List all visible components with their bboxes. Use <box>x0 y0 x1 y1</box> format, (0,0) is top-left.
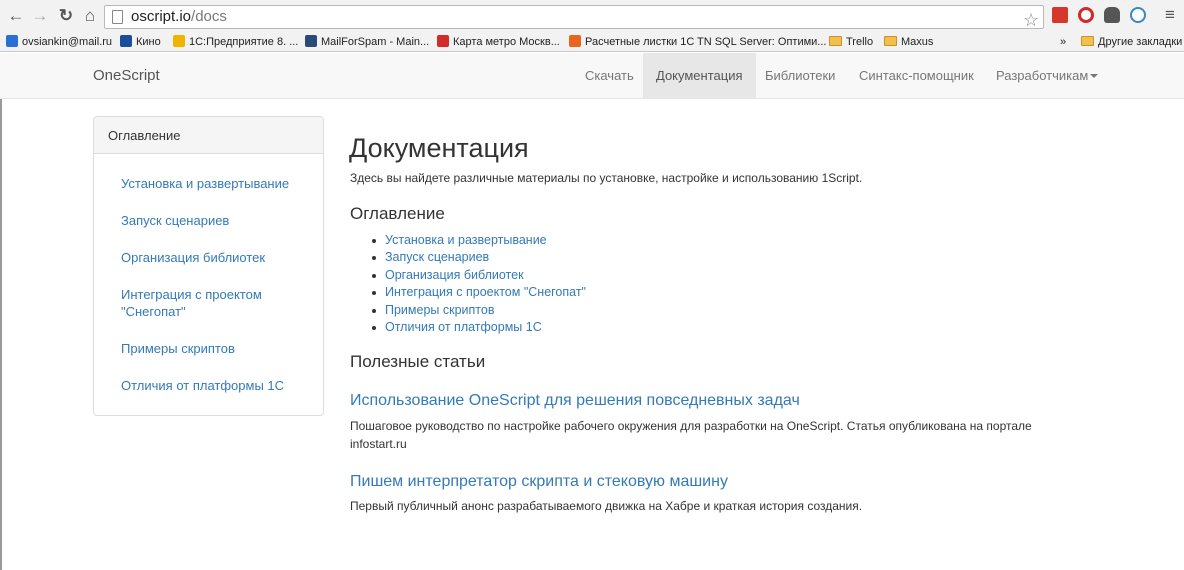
payslip-icon <box>569 35 581 47</box>
toc-list: Установка и развертывание Запуск сценари… <box>370 232 586 336</box>
toc-link[interactable]: Отличия от платформы 1С <box>370 319 586 336</box>
nav-download[interactable]: Скачать <box>572 53 647 99</box>
article-title-link[interactable]: Пишем интерпретатор скрипта и стековую м… <box>350 473 728 491</box>
forward-icon[interactable]: → <box>30 6 50 26</box>
article-title-link[interactable]: Использование OneScript для решения повс… <box>350 392 800 410</box>
1c-icon <box>173 35 185 47</box>
nav-syntax-helper[interactable]: Синтакс-помощник <box>846 53 987 99</box>
window-edge <box>0 99 2 570</box>
bookmarks-overflow-button[interactable]: » <box>1060 34 1066 50</box>
bookmark-star-icon[interactable]: ☆ <box>1023 10 1039 30</box>
hand-extension-icon[interactable] <box>1104 7 1120 23</box>
bookmark-item[interactable]: Кино <box>120 34 161 50</box>
toc-link[interactable]: Интеграция с проектом "Снегопат" <box>370 284 586 301</box>
browser-chrome: ← → ↻ ⌂ oscript.io/docs ☆ ≡ ovsiankin@ma… <box>0 0 1184 52</box>
sidebar-item-libraries[interactable]: Организация библиотек <box>121 249 301 266</box>
site-navbar: OneScript Скачать Документация Библиотек… <box>0 53 1184 99</box>
folder-icon <box>1081 36 1094 46</box>
article-description: Первый публичный анонс разрабатываемого … <box>350 499 863 513</box>
page-icon <box>112 10 123 24</box>
bookmark-item[interactable]: Расчетные листки 1С <box>569 34 694 50</box>
folder-icon <box>829 36 842 46</box>
sidebar-heading: Оглавление <box>94 117 323 154</box>
bookmark-item[interactable]: TN SQL Server: Оптими... <box>697 34 826 50</box>
kino-icon <box>120 35 132 47</box>
home-icon[interactable]: ⌂ <box>80 6 100 26</box>
lock-icon <box>305 35 317 47</box>
bookmark-item[interactable]: Карта метро Москв... <box>437 34 560 50</box>
nav-libraries[interactable]: Библиотеки <box>752 53 848 99</box>
sidebar-item-examples[interactable]: Примеры скриптов <box>121 340 301 357</box>
metro-icon <box>437 35 449 47</box>
reload-icon[interactable]: ↻ <box>56 6 76 26</box>
opera-icon[interactable] <box>1078 7 1094 23</box>
articles-heading: Полезные статьи <box>350 352 486 371</box>
page-lead: Здесь вы найдете различные материалы по … <box>350 171 863 185</box>
bookmark-item[interactable]: ovsiankin@mail.ru <box>6 34 112 50</box>
nav-documentation[interactable]: Документация <box>643 53 756 99</box>
sidebar-item-differences[interactable]: Отличия от платформы 1С <box>121 377 301 394</box>
sync-extension-icon[interactable] <box>1130 7 1146 23</box>
bookmark-folder[interactable]: Trello <box>829 34 873 50</box>
extension-book-icon[interactable] <box>1052 7 1068 23</box>
mail-icon <box>6 35 18 47</box>
folder-icon <box>884 36 897 46</box>
sidebar-item-run-scripts[interactable]: Запуск сценариев <box>121 212 301 229</box>
bookmarks-bar: ovsiankin@mail.ru Кино 1С:Предприятие 8.… <box>0 32 1184 52</box>
page-title: Документация <box>349 133 529 163</box>
bookmark-item[interactable]: MailForSpam - Main... <box>305 34 429 50</box>
back-icon[interactable]: ← <box>6 6 26 26</box>
toc-link[interactable]: Примеры скриптов <box>370 302 586 319</box>
nav-developers-dropdown[interactable]: Разработчикам <box>983 53 1111 99</box>
nav-developers-label: Разработчикам <box>996 68 1089 83</box>
caret-down-icon <box>1090 74 1099 78</box>
menu-icon[interactable]: ≡ <box>1160 5 1180 25</box>
brand-link[interactable]: OneScript <box>93 67 160 84</box>
url-text: oscript.io/docs <box>131 8 227 25</box>
browser-toolbar: ← → ↻ ⌂ oscript.io/docs ☆ ≡ <box>0 0 1184 32</box>
toc-link[interactable]: Установка и развертывание <box>370 232 586 249</box>
bookmark-folder[interactable]: Maxus <box>884 34 933 50</box>
address-bar[interactable]: oscript.io/docs ☆ <box>104 5 1044 30</box>
article-description: Пошаговое руководство по настройке рабоч… <box>350 419 1032 451</box>
sidebar-item-snegopat[interactable]: Интеграция с проектом "Снегопат" <box>121 286 301 320</box>
other-bookmarks-folder[interactable]: Другие закладки <box>1081 34 1182 50</box>
toc-heading: Оглавление <box>350 204 445 223</box>
sidebar-item-install[interactable]: Установка и развертывание <box>121 175 301 192</box>
toc-link[interactable]: Запуск сценариев <box>370 249 586 266</box>
bookmark-item[interactable]: 1С:Предприятие 8. ... <box>173 34 298 50</box>
sidebar-toc-panel: Оглавление Установка и развертывание Зап… <box>93 116 324 416</box>
toc-link[interactable]: Организация библиотек <box>370 267 586 284</box>
